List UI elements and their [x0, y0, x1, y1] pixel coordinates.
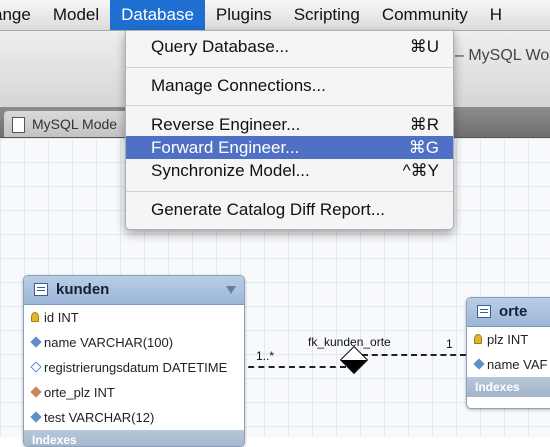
tab-mysql-model[interactable]: MySQL Mode: [4, 111, 130, 137]
menu-item-label: Reverse Engineer...: [151, 115, 301, 134]
filled-blue-diamond-icon: [30, 336, 42, 348]
menu-item-shortcut: ^⌘Y: [402, 161, 439, 180]
menu-item-shortcut: ⌘U: [409, 37, 439, 56]
column-row[interactable]: registrierungsdatum DATETIME: [24, 355, 244, 380]
primary-key-icon: [474, 334, 482, 344]
menu-separator: [126, 105, 453, 106]
entity-orte[interactable]: orte plz INT name VAF Indexes: [466, 297, 550, 409]
collapse-arrow-icon[interactable]: [226, 286, 236, 294]
foreign-key-diamond-icon: [30, 386, 42, 398]
column-row[interactable]: orte_plz INT: [24, 380, 244, 405]
empty-diamond-icon: [30, 361, 42, 373]
indexes-section[interactable]: Indexes: [24, 430, 244, 446]
window-title: – MySQL Wo: [455, 47, 550, 64]
menu-item-label: Query Database...: [151, 37, 289, 56]
column-row[interactable]: test VARCHAR(12): [24, 405, 244, 430]
menu-community[interactable]: Community: [371, 0, 479, 30]
relationship-line-right[interactable]: [362, 354, 466, 356]
filled-blue-diamond-icon: [30, 411, 42, 423]
menubar: ange Model Database Plugins Scripting Co…: [0, 0, 550, 31]
tab-label: MySQL Mode: [32, 116, 118, 132]
entity-name: kunden: [56, 281, 110, 298]
column-text: name VAF: [487, 357, 548, 372]
table-icon: [34, 283, 48, 296]
table-icon: [477, 305, 491, 318]
relationship-line-left[interactable]: [238, 366, 346, 368]
menu-item-forward-engineer[interactable]: Forward Engineer... ⌘G: [126, 136, 453, 159]
menu-model[interactable]: Model: [42, 0, 110, 30]
menu-item-query-database[interactable]: Query Database... ⌘U: [126, 35, 453, 58]
document-icon: [12, 117, 25, 133]
relationship-name: fk_kunden_orte: [308, 335, 391, 349]
column-text: id INT: [44, 310, 79, 325]
menu-item-label: Forward Engineer...: [151, 138, 300, 157]
column-row[interactable]: plz INT: [467, 327, 550, 352]
menu-item-shortcut: ⌘G: [408, 138, 439, 157]
entity-kunden[interactable]: kunden id INT name VARCHAR(100) registri…: [23, 275, 245, 447]
primary-key-icon: [31, 312, 39, 322]
menu-scripting[interactable]: Scripting: [283, 0, 371, 30]
menu-separator: [126, 191, 453, 192]
column-row[interactable]: id INT: [24, 305, 244, 330]
column-row[interactable]: name VAF: [467, 352, 550, 377]
menu-item-shortcut: ⌘R: [409, 115, 439, 134]
column-text: orte_plz INT: [44, 385, 115, 400]
menu-item-reverse-engineer[interactable]: Reverse Engineer... ⌘R: [126, 113, 453, 136]
menu-separator: [126, 67, 453, 68]
menu-item-label: Synchronize Model...: [151, 161, 310, 180]
indexes-section[interactable]: Indexes: [467, 377, 550, 397]
column-row[interactable]: name VARCHAR(100): [24, 330, 244, 355]
menu-item-generate-catalog-diff[interactable]: Generate Catalog Diff Report...: [126, 198, 453, 221]
entity-header[interactable]: kunden: [24, 276, 244, 305]
menu-help[interactable]: H: [479, 0, 513, 30]
column-text: name VARCHAR(100): [44, 335, 174, 350]
entity-name: orte: [499, 303, 528, 320]
menu-item-label: Manage Connections...: [151, 76, 326, 95]
menu-database[interactable]: Database: [110, 0, 205, 30]
menu-change[interactable]: ange: [0, 0, 42, 30]
column-text: plz INT: [487, 332, 529, 347]
entity-header[interactable]: orte: [467, 298, 550, 327]
menu-item-label: Generate Catalog Diff Report...: [151, 200, 386, 219]
column-text: registrierungsdatum DATETIME: [44, 360, 228, 375]
menu-item-manage-connections[interactable]: Manage Connections...: [126, 74, 453, 97]
filled-blue-diamond-icon: [473, 358, 485, 370]
column-text: test VARCHAR(12): [44, 410, 155, 425]
left-cardinality: 1..*: [256, 349, 275, 363]
menu-item-synchronize-model[interactable]: Synchronize Model... ^⌘Y: [126, 159, 453, 182]
menu-plugins[interactable]: Plugins: [205, 0, 283, 30]
right-cardinality: 1: [446, 337, 453, 351]
database-dropdown-menu: Query Database... ⌘U Manage Connections.…: [125, 30, 454, 230]
